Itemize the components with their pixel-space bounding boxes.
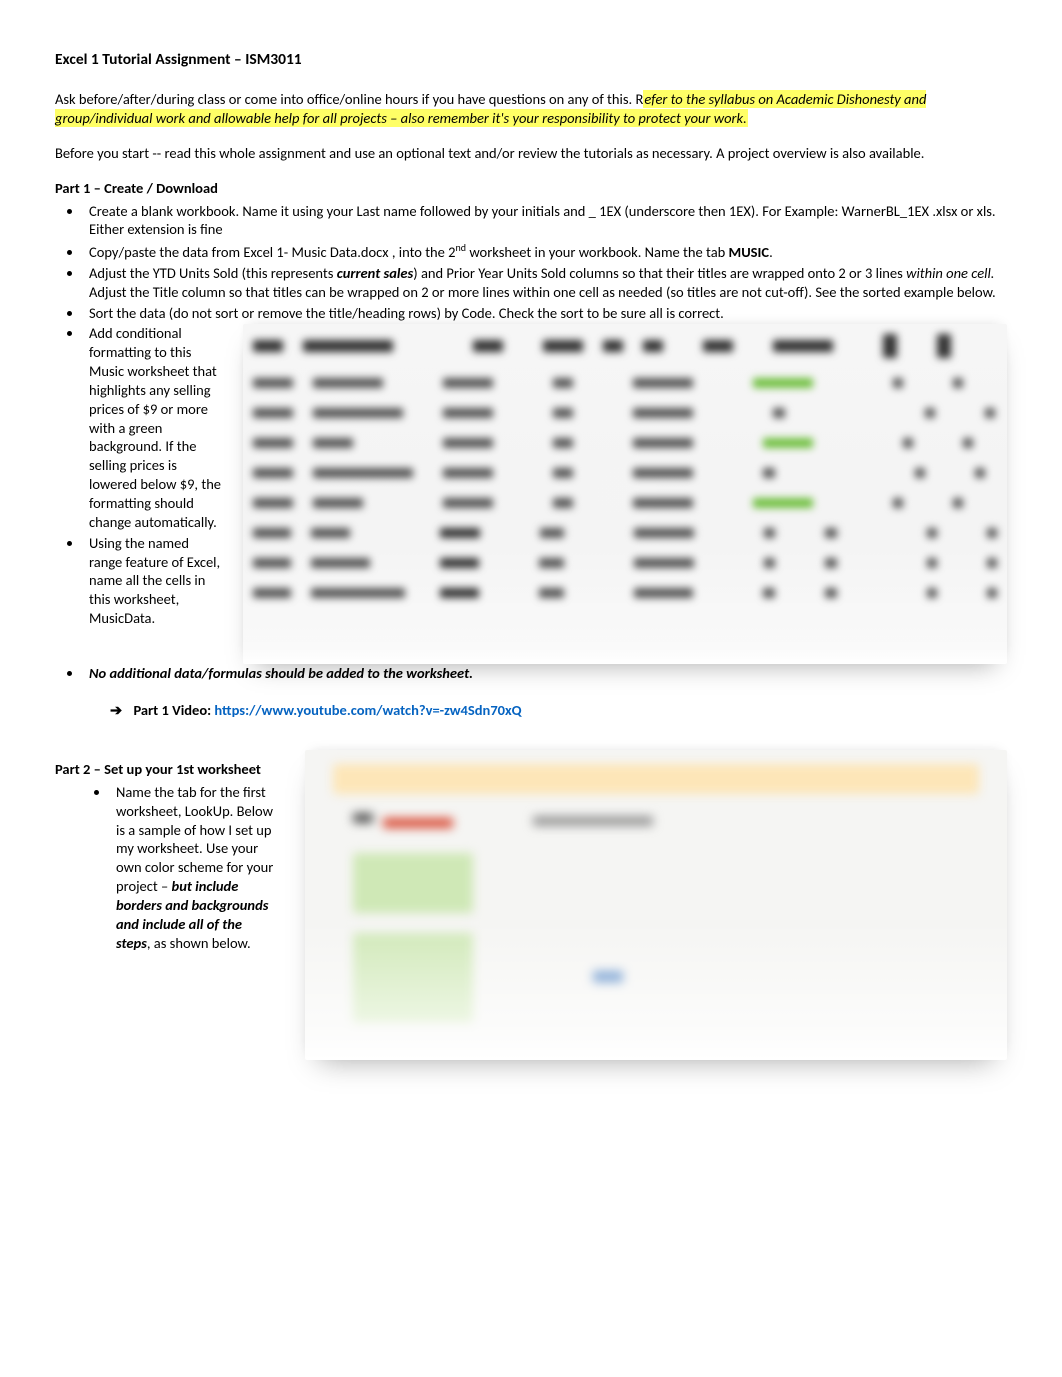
within-one-cell: within one cell. [906, 264, 994, 282]
video-label: Part 1 Video: [133, 701, 214, 719]
part1-list-tail: No additional data/formulas should be ad… [55, 664, 1007, 683]
part1-item-adjust: Adjust the YTD Units Sold (this represen… [83, 264, 1007, 302]
part1-item-named-range: Using the named range feature of Excel, … [83, 534, 225, 628]
arrow-icon: ➔ [110, 701, 122, 720]
superscript-nd: nd [456, 241, 467, 254]
text: worksheet in your workbook. Name the tab [466, 243, 729, 261]
part2-heading: Part 2 – Set up your 1st worksheet [55, 760, 275, 779]
current-sales: current sales [337, 264, 414, 282]
part1-item-no-additional: No additional data/formulas should be ad… [83, 664, 1007, 683]
part2-list: Name the tab for the first worksheet, Lo… [55, 783, 275, 953]
part1-heading: Part 1 – Create / Download [55, 179, 1007, 198]
part1-video-line: ➔ Part 1 Video: https://www.youtube.com/… [55, 701, 1007, 720]
part1-item-copypaste: Copy/paste the data from Excel 1- Music … [83, 241, 1007, 262]
text: Adjust the Title column so that titles c… [89, 283, 996, 301]
part1-item-sort: Sort the data (do not sort or remove the… [83, 304, 1007, 323]
text: ) and Prior Year Units Sold columns so t… [413, 264, 906, 282]
intro-paragraph-2: Before you start -- read this whole assi… [55, 144, 1007, 163]
part1-item-create: Create a blank workbook. Name it using y… [83, 202, 1007, 240]
part2-item-name-tab: Name the tab for the first worksheet, Lo… [110, 783, 275, 953]
music-bold: MUSIC [729, 243, 770, 261]
text: Copy/paste the data from Excel 1- Music … [89, 243, 456, 261]
page-title: Excel 1 Tutorial Assignment – ISM3011 [55, 50, 1007, 70]
text: Adjust the YTD Units Sold (this represen… [89, 264, 337, 282]
part1-side-text: Add conditional formatting to this Music… [55, 324, 225, 630]
intro-paragraph-1: Ask before/after/during class or come in… [55, 90, 1007, 128]
text: , as shown below. [147, 934, 251, 952]
part1-video-link[interactable]: https://www.youtube.com/watch?v=-zw4Sdn7… [214, 701, 521, 719]
part1-list: Create a blank workbook. Name it using y… [55, 202, 1007, 323]
blurred-spreadsheet-image-2 [305, 750, 1007, 1060]
intro-text-a: Ask before/after/during class or come in… [55, 90, 643, 108]
text: . [769, 243, 773, 261]
blurred-spreadsheet-image-1 [243, 324, 1007, 664]
part1-item-conditional: Add conditional formatting to this Music… [83, 324, 225, 531]
